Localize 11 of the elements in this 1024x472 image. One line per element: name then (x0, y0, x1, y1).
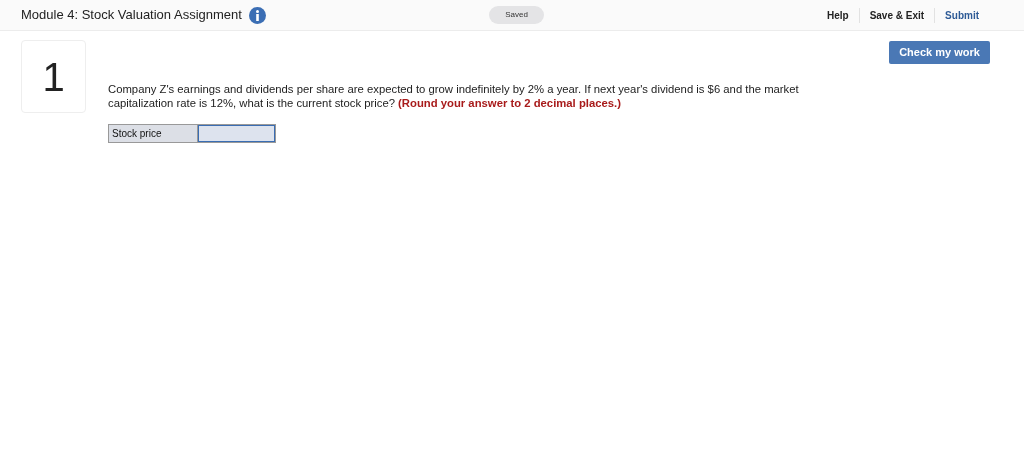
assignment-title: Module 4: Stock Valuation Assignment (21, 6, 242, 25)
check-my-work-button[interactable]: Check my work (889, 40, 990, 64)
header-link[interactable]: Help (816, 7, 860, 23)
answer-field[interactable] (198, 125, 275, 142)
question-text: Company Z's earnings and dividends per share are expected to grow indefinitely by 2% a year. If next year's dividend is $6 and the market capitalization rate is 12%, what is the current stock price? (Round your answer to 2 decimal places.) (108, 82, 800, 110)
header-link[interactable]: Save & Exit (859, 7, 936, 23)
save-status: Saved (489, 6, 544, 24)
header-link[interactable]: Submit (935, 7, 989, 23)
question-number: 1 (21, 40, 86, 113)
answer-label: Stock price (109, 125, 198, 142)
info-icon[interactable] (248, 6, 266, 24)
